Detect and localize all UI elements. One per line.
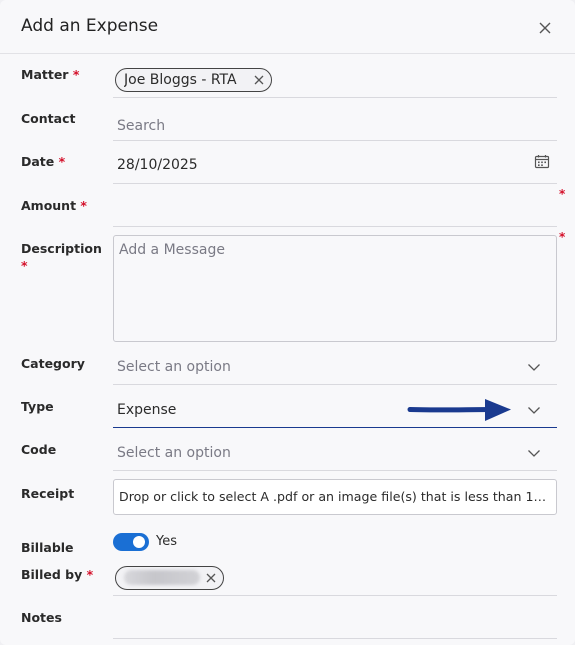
description-label: Description * [21, 241, 102, 273]
matter-chip[interactable]: Joe Bloggs - RTA [115, 68, 272, 92]
billable-toggle-label: Yes [156, 534, 177, 549]
date-underline [113, 183, 557, 184]
notes-input[interactable] [113, 600, 557, 638]
close-icon [539, 22, 551, 34]
description-textarea[interactable]: Add a Message [113, 235, 557, 342]
amount-label: Amount * [21, 198, 87, 213]
arrow-right-icon [407, 399, 511, 421]
dialog-header: Add an Expense [0, 0, 575, 54]
type-label: Type [21, 399, 54, 414]
contact-underline [113, 140, 557, 141]
chevron-down-icon[interactable] [527, 362, 541, 372]
close-button[interactable] [533, 16, 557, 40]
code-placeholder: Select an option [117, 445, 231, 461]
category-underline [113, 384, 557, 385]
notes-underline [113, 638, 557, 639]
notes-label: Notes [21, 610, 62, 625]
billable-label: Billable [21, 540, 74, 555]
amount-underline [113, 226, 557, 227]
amount-input[interactable] [113, 190, 557, 226]
matter-chip-text: Joe Bloggs - RTA [124, 72, 237, 88]
receipt-dropzone[interactable]: Drop or click to select A .pdf or an ima… [113, 479, 557, 515]
receipt-label: Receipt [21, 486, 75, 501]
type-value: Expense [117, 402, 177, 418]
code-underline [113, 470, 557, 471]
billable-toggle[interactable] [113, 533, 149, 551]
chip-remove-icon[interactable] [253, 74, 265, 86]
toggle-knob [133, 536, 145, 548]
dialog-title: Add an Expense [21, 16, 159, 36]
amount-required-marker: * [559, 187, 566, 201]
chevron-down-icon[interactable] [527, 405, 541, 415]
type-underline [113, 427, 557, 428]
contact-search-input[interactable]: Search [117, 118, 165, 134]
category-placeholder: Select an option [117, 359, 231, 375]
billed-by-label: Billed by * [21, 567, 94, 582]
category-label: Category [21, 356, 85, 371]
redacted-name [124, 570, 200, 585]
chip-remove-icon[interactable] [205, 572, 217, 584]
description-placeholder: Add a Message [119, 242, 225, 258]
code-select[interactable]: Select an option [113, 438, 557, 471]
description-required-marker: * [559, 230, 566, 244]
matter-underline [113, 97, 557, 98]
add-expense-dialog: Add an Expense Matter * Joe Bloggs - RTA… [0, 0, 575, 645]
receipt-dropzone-text: Drop or click to select A .pdf or an ima… [119, 489, 553, 504]
calendar-icon[interactable] [534, 154, 550, 169]
matter-label: Matter * [21, 67, 80, 82]
billed-by-underline [113, 595, 557, 596]
date-input[interactable]: 28/10/2025 [117, 157, 198, 173]
chevron-down-icon[interactable] [527, 448, 541, 458]
billed-by-chip[interactable] [115, 566, 224, 590]
code-label: Code [21, 442, 57, 457]
category-select[interactable]: Select an option [113, 352, 557, 385]
contact-label: Contact [21, 111, 76, 126]
date-label: Date * [21, 154, 66, 169]
